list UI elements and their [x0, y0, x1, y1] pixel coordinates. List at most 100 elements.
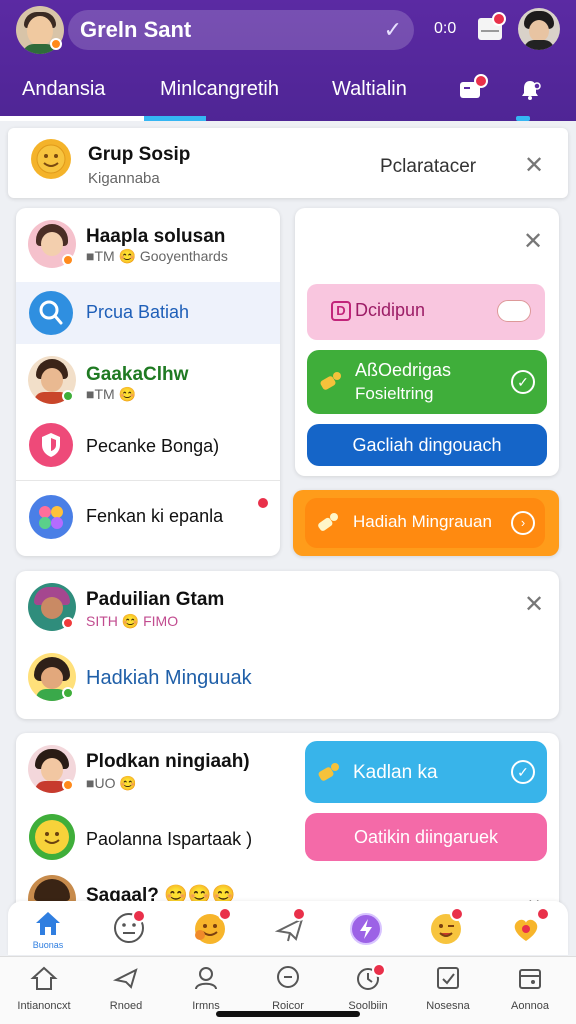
- divider: [16, 480, 280, 481]
- bell-indicator: [516, 116, 530, 121]
- contact-row-label[interactable]: Paolanna Ispartaak ): [86, 829, 252, 850]
- nav-badge-icon: [372, 963, 386, 977]
- calendar-icon: [519, 969, 541, 989]
- app-title: Greln Sant: [80, 17, 192, 42]
- mic-icon: [318, 513, 338, 531]
- online-dot-icon: [62, 390, 74, 402]
- pink-action-button[interactable]: Oatikin diingaruek: [305, 813, 547, 861]
- tab-andansia[interactable]: Andansia: [22, 78, 105, 101]
- search-icon: [29, 291, 73, 335]
- tab-bar: Andansia Minlcangretih Waltialin: [0, 68, 576, 121]
- app-title-pill[interactable]: Greln Sant ✓: [68, 10, 414, 50]
- nav-item-chat[interactable]: Roicor: [248, 965, 328, 1012]
- contact-status: ■TM 😊: [86, 386, 136, 402]
- check-circle-icon: ✓: [511, 370, 535, 394]
- chip-label: Dcidipun: [355, 300, 426, 320]
- mic-icon: [318, 763, 339, 781]
- orange-action-button[interactable]: Hadiah Mingrauan ›: [305, 498, 545, 548]
- status-dot-icon: [50, 38, 62, 50]
- online-dot-icon: [62, 687, 74, 699]
- card3-link[interactable]: Hadkiah Minguuak: [86, 667, 252, 690]
- plane-icon: [112, 968, 138, 989]
- person-icon: [195, 967, 217, 990]
- home-icon: [30, 966, 58, 990]
- close-icon[interactable]: ✕: [524, 154, 544, 178]
- contact-row-label[interactable]: Pecanke Bonga): [86, 436, 219, 457]
- contact-name[interactable]: Haapla solusan: [86, 226, 225, 248]
- reaction-badge-icon: [218, 907, 232, 921]
- nav-item-calendar[interactable]: Aonnoa: [490, 965, 570, 1012]
- bolt-circle-icon[interactable]: [348, 911, 384, 947]
- message-badge-icon: [474, 74, 488, 88]
- reaction-bar: Buonas: [8, 901, 568, 955]
- nav-label: Aonnoa: [511, 1000, 549, 1012]
- inbox-badge-icon: [492, 12, 506, 26]
- status-dot-icon: [62, 617, 74, 629]
- shield-icon: [29, 423, 73, 467]
- reaction-badge-icon: [292, 907, 306, 921]
- group-subtitle: Kigannaba: [88, 170, 160, 187]
- group-header-card: Grup Sosip Kigannaba Pclaratacer ✕: [8, 128, 568, 198]
- home-reaction-button[interactable]: Buonas: [32, 909, 64, 950]
- blue-action-button[interactable]: Gacliah dingouach: [307, 424, 547, 466]
- contact-status: SITH 😊 FIMO: [86, 613, 179, 629]
- nav-label: Intianoncxt: [17, 1000, 71, 1012]
- reaction-badge-icon: [450, 907, 464, 921]
- status-dot-icon: [62, 779, 74, 791]
- contact-row-label[interactable]: Fenkan ki epanla: [86, 506, 223, 527]
- actions-card: ✕ D Dcidipun AßOedrigas Fosieltring ✓ Ga…: [295, 208, 559, 476]
- contact-name[interactable]: Plodkan ningiaah): [86, 751, 250, 773]
- toggle-icon[interactable]: [497, 300, 531, 322]
- contact-status: ■UO 😊: [86, 775, 137, 791]
- close-icon[interactable]: ✕: [523, 230, 543, 254]
- green-button-line2: Fosieltring: [355, 384, 434, 403]
- arrow-circle-icon: ›: [511, 511, 535, 535]
- tab-underline-active: [0, 116, 144, 121]
- notification-badge-icon: [256, 496, 270, 510]
- contact-name[interactable]: Paduilian Gtam: [86, 589, 224, 611]
- time-label: 0:0: [434, 20, 457, 37]
- smiley-emoji-icon: [29, 814, 75, 860]
- chat-icon: [277, 966, 299, 988]
- home-indicator[interactable]: [216, 1011, 360, 1017]
- search-row-label: Prcua Batiah: [86, 302, 190, 322]
- chip-row[interactable]: D Dcidipun: [307, 284, 545, 340]
- tab-waltialin[interactable]: Waltialin: [332, 78, 407, 101]
- reaction-badge-icon: [536, 907, 550, 921]
- contacts-card: Haapla solusan ■TM 😊 Gooyenthards Prcua …: [16, 208, 280, 556]
- app-header: Greln Sant ✓ 0:0 Andansia Minlcangretih …: [0, 0, 576, 121]
- group-name: Grup Sosip: [88, 144, 191, 165]
- orange-button-label: Hadiah Mingrauan: [353, 512, 492, 531]
- search-row[interactable]: Prcua Batiah: [16, 282, 280, 344]
- cyan-button-label: Kadlan ka: [353, 762, 438, 783]
- nav-label: Nosesna: [426, 1000, 470, 1012]
- online-dot-icon: [62, 254, 74, 266]
- contact-status: ■TM 😊 Gooyenthards: [86, 248, 228, 264]
- tab-underline-secondary: [144, 116, 206, 121]
- nav-item-tasks[interactable]: Nosesna: [408, 965, 488, 1012]
- bell-icon[interactable]: [518, 78, 542, 102]
- green-button-line1: AßOedrigas: [355, 360, 452, 380]
- green-action-button[interactable]: AßOedrigas Fosieltring ✓: [307, 350, 547, 414]
- apps-icon: [29, 495, 73, 539]
- nav-item-feed[interactable]: Rnoed: [86, 965, 166, 1012]
- contact-name[interactable]: GaakaClhw: [86, 364, 188, 386]
- nav-item-activity[interactable]: Soolbiin: [328, 965, 408, 1012]
- checkmark-icon: ✓: [383, 17, 402, 42]
- orange-card: Hadiah Mingrauan ›: [293, 490, 559, 556]
- nav-item-home[interactable]: Intianoncxt: [4, 965, 84, 1012]
- contact-card-4: Plodkan ningiaah) ■UO 😊 Paolanna Isparta…: [16, 733, 559, 923]
- group-action-link[interactable]: Pclaratacer: [380, 156, 476, 178]
- reaction-label: Buonas: [32, 940, 64, 950]
- user-avatar[interactable]: [518, 8, 560, 50]
- nav-item-people[interactable]: Irmns: [166, 965, 246, 1012]
- close-icon[interactable]: ✕: [524, 593, 544, 617]
- mic-icon: [320, 372, 341, 390]
- tab-minlcangretih[interactable]: Minlcangretih: [160, 78, 279, 101]
- check-icon: [437, 967, 459, 989]
- nav-label: Rnoed: [109, 1000, 143, 1012]
- check-circle-icon: ✓: [511, 760, 535, 784]
- contact-card-3: Paduilian Gtam SITH 😊 FIMO ✕ Hadkiah Min…: [16, 571, 559, 719]
- cyan-action-button[interactable]: Kadlan ka ✓: [305, 741, 547, 803]
- sun-emoji-icon: [31, 139, 71, 179]
